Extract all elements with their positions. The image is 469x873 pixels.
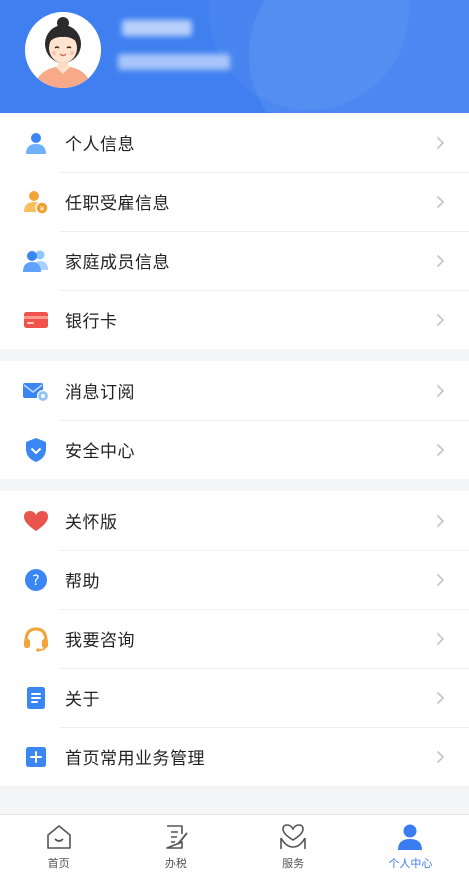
menu-item-employment-info[interactable]: ¥ 任职受雇信息 xyxy=(0,172,469,231)
menu-item-about[interactable]: 关于 xyxy=(0,668,469,727)
tax-form-icon xyxy=(160,821,192,853)
menu-group-support: 关怀版 ? 帮助 我要咨询 关于 首页常用业务管理 xyxy=(0,491,469,786)
chevron-right-icon xyxy=(433,384,447,398)
headset-icon xyxy=(22,625,50,653)
menu-group-profile: 个人信息 ¥ 任职受雇信息 家庭成员信息 银行卡 xyxy=(0,113,469,349)
user-id-redacted xyxy=(118,54,230,70)
chevron-right-icon xyxy=(433,254,447,268)
user-name-redacted xyxy=(122,20,192,36)
menu-item-label: 首页常用业务管理 xyxy=(65,749,205,769)
plus-square-icon xyxy=(22,743,50,771)
svg-text:?: ? xyxy=(32,573,39,589)
home-icon xyxy=(43,821,75,853)
menu-item-personal-info[interactable]: 个人信息 xyxy=(0,113,469,172)
chevron-right-icon xyxy=(433,514,447,528)
tab-tax[interactable]: 办税 xyxy=(117,815,234,873)
menu-item-label: 关怀版 xyxy=(65,513,118,533)
chevron-right-icon xyxy=(433,195,447,209)
menu-item-label: 任职受雇信息 xyxy=(65,194,170,214)
menu-item-family-info[interactable]: 家庭成员信息 xyxy=(0,231,469,290)
chevron-right-icon xyxy=(433,750,447,764)
document-icon xyxy=(22,684,50,712)
menu-item-consult[interactable]: 我要咨询 xyxy=(0,609,469,668)
service-heart-icon xyxy=(277,821,309,853)
avatar-woman-icon xyxy=(25,12,101,88)
tab-personal-center[interactable]: 个人中心 xyxy=(352,815,469,873)
chevron-right-icon xyxy=(433,443,447,457)
menu-item-label: 安全中心 xyxy=(65,442,135,462)
chevron-right-icon xyxy=(433,632,447,646)
menu-item-care-mode[interactable]: 关怀版 xyxy=(0,491,469,550)
tab-home[interactable]: 首页 xyxy=(0,815,117,873)
menu-item-help[interactable]: ? 帮助 xyxy=(0,550,469,609)
shield-icon xyxy=(22,436,50,464)
menu-item-message-subscribe[interactable]: 消息订阅 xyxy=(0,361,469,420)
tab-label: 办税 xyxy=(164,857,187,870)
menu-item-label: 我要咨询 xyxy=(65,631,135,651)
message-subscribe-icon xyxy=(22,377,50,405)
help-icon: ? xyxy=(22,566,50,594)
profile-header xyxy=(0,0,469,113)
tab-label: 首页 xyxy=(47,857,70,870)
menu-item-security-center[interactable]: 安全中心 xyxy=(0,420,469,479)
avatar[interactable] xyxy=(25,12,101,88)
chevron-right-icon xyxy=(433,136,447,150)
chevron-right-icon xyxy=(433,573,447,587)
menu-item-label: 消息订阅 xyxy=(65,383,135,403)
menu-item-home-business-manage[interactable]: 首页常用业务管理 xyxy=(0,727,469,786)
person-filled-icon xyxy=(394,821,426,853)
person-icon xyxy=(22,129,50,157)
menu-item-label: 帮助 xyxy=(65,572,100,592)
menu-item-label: 家庭成员信息 xyxy=(65,253,170,273)
bottom-tab-bar: 首页 办税 服务 个人中心 xyxy=(0,814,469,873)
chevron-right-icon xyxy=(433,691,447,705)
employment-icon: ¥ xyxy=(22,188,50,216)
menu-item-label: 银行卡 xyxy=(65,312,118,332)
tab-service[interactable]: 服务 xyxy=(235,815,352,873)
tab-label: 服务 xyxy=(282,857,305,870)
chevron-right-icon xyxy=(433,313,447,327)
menu-group-account: 消息订阅 安全中心 xyxy=(0,361,469,479)
tab-label: 个人中心 xyxy=(388,857,433,870)
menu-item-label: 关于 xyxy=(65,690,100,710)
family-icon xyxy=(22,247,50,275)
bank-card-icon xyxy=(22,306,50,334)
menu-item-label: 个人信息 xyxy=(65,135,135,155)
heart-icon xyxy=(22,507,50,535)
svg-text:¥: ¥ xyxy=(40,205,45,213)
menu-item-bank-card[interactable]: 银行卡 xyxy=(0,290,469,349)
